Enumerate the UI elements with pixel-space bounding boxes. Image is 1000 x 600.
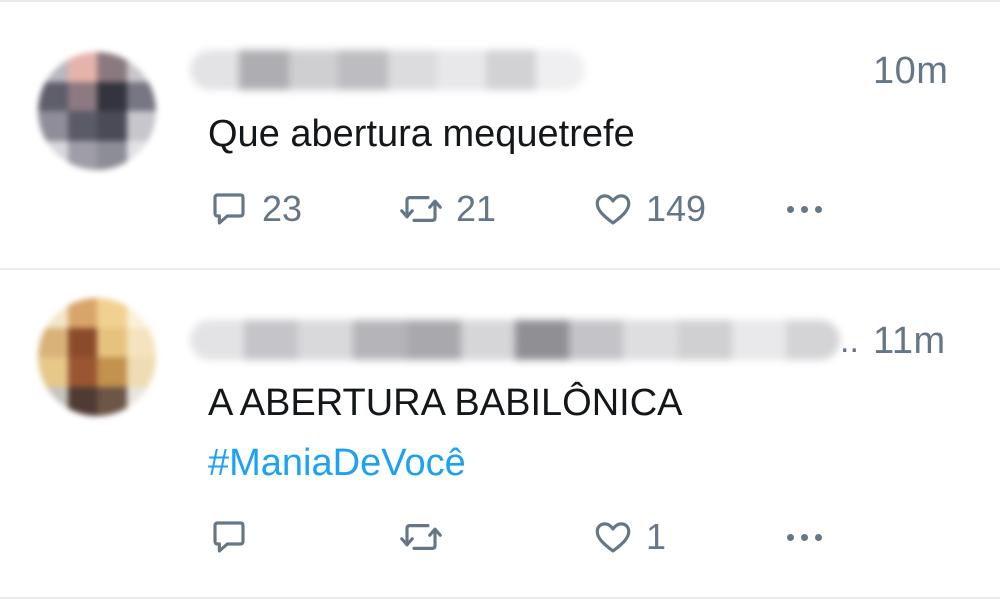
tweet-2[interactable]: .. 11m A ABERTURA BABILÔNICA #ManiaDeVoc… [0, 270, 1000, 598]
reply-icon [213, 193, 245, 225]
retweet-button[interactable]: 21 [398, 188, 496, 230]
like-button[interactable]: 1 [592, 516, 666, 558]
retweet-icon [400, 196, 442, 222]
more-icon[interactable] [787, 206, 822, 213]
name-truncation: .. [840, 322, 859, 360]
heart-icon [595, 522, 631, 553]
retweet-icon [400, 524, 442, 550]
reply-button[interactable] [208, 516, 262, 558]
reply-count: 23 [262, 188, 303, 229]
bottom-divider [0, 597, 1000, 599]
heart-icon [595, 194, 631, 225]
like-button[interactable]: 149 [592, 188, 706, 230]
avatar[interactable] [38, 52, 156, 170]
retweet-count: 21 [456, 188, 497, 229]
avatar[interactable] [38, 298, 156, 416]
tweet-text: Que abertura mequetrefe [208, 113, 635, 155]
tweet-1[interactable]: 10m Que abertura mequetrefe 23 21 149 [0, 0, 1000, 268]
username-redacted[interactable] [190, 320, 840, 360]
like-count: 149 [646, 188, 707, 229]
reply-icon [213, 521, 245, 553]
retweet-button[interactable] [398, 516, 456, 558]
reply-button[interactable]: 23 [208, 188, 302, 230]
tweet-text: A ABERTURA BABILÔNICA [208, 382, 683, 424]
more-icon[interactable] [787, 534, 822, 541]
tweet-time[interactable]: 10m [873, 50, 948, 93]
username-redacted[interactable] [190, 50, 585, 90]
like-count: 1 [646, 516, 667, 557]
tweet-time[interactable]: 11m [873, 320, 946, 363]
hashtag-link[interactable]: #ManiaDeVocê [208, 442, 466, 485]
